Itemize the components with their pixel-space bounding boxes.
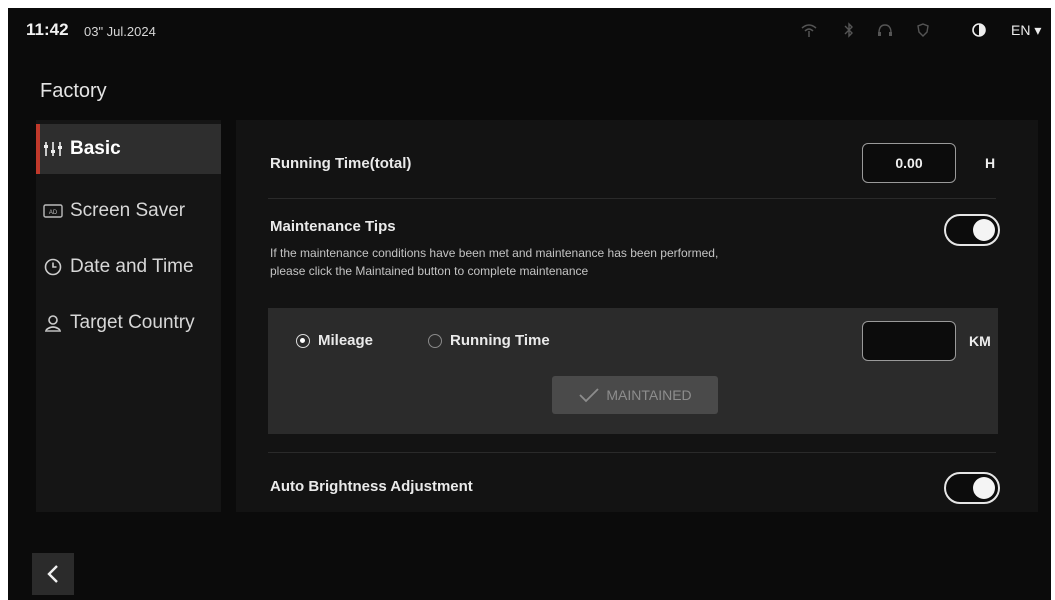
maintenance-value-input[interactable] [862, 321, 956, 361]
svg-text:AD: AD [49, 210, 58, 216]
radio-selected-icon [296, 333, 310, 348]
sidebar-item-basic[interactable]: Basic [36, 124, 221, 174]
maintenance-description-line2: please click the Maintained button to co… [270, 264, 589, 278]
radio-running-time[interactable]: Running Time [428, 332, 550, 349]
clock-time: 11:42 [26, 20, 69, 39]
check-icon [579, 388, 599, 403]
sidebar-item-label: Date and Time [70, 256, 194, 277]
maintenance-unit: KM [969, 333, 991, 349]
running-time-unit: H [985, 155, 996, 171]
maintained-button[interactable]: MAINTAINED [552, 376, 718, 414]
radio-unselected-icon [428, 333, 442, 348]
clock-icon [42, 257, 64, 277]
contrast-icon[interactable] [970, 21, 988, 39]
sidebar-item-screen-saver[interactable]: AD Screen Saver [36, 186, 221, 236]
sidebar-item-label: Basic [70, 138, 121, 159]
settings-panel: Running Time(total) 0.00 H Maintenance T… [236, 120, 1038, 512]
radio-label: Mileage [318, 332, 374, 349]
auto-brightness-label: Auto Brightness Adjustment [270, 478, 473, 495]
chevron-left-icon [47, 565, 58, 583]
page-title: Factory [40, 80, 107, 102]
toggle-knob [973, 219, 995, 241]
back-button[interactable] [32, 553, 74, 595]
sliders-icon [42, 139, 64, 159]
auto-brightness-toggle[interactable] [944, 472, 1000, 504]
divider [268, 452, 996, 453]
factory-screen: 11:42 03" Jul.2024 EN ▾ Factory Basic AD… [8, 8, 1051, 600]
sidebar-item-target-country[interactable]: Target Country [36, 298, 221, 348]
wifi-icon [800, 21, 818, 39]
maintenance-tips-toggle[interactable] [944, 214, 1000, 246]
clock-date: 03" Jul.2024 [84, 24, 156, 39]
shield-icon [914, 21, 932, 39]
toggle-knob [973, 477, 995, 499]
maintenance-subpanel: Mileage Running Time KM MAINTAINED [268, 308, 998, 434]
running-time-value: 0.00 [862, 143, 956, 183]
running-time-label: Running Time(total) [270, 155, 412, 172]
bluetooth-icon [840, 21, 858, 39]
screen-saver-icon: AD [42, 201, 64, 221]
language-selector[interactable]: EN ▾ [1011, 22, 1041, 39]
radio-mileage[interactable]: Mileage [296, 332, 373, 349]
headset-icon [876, 21, 894, 39]
sidebar: Basic AD Screen Saver Date and Time Targ… [36, 120, 221, 512]
maintained-button-label: MAINTAINED [606, 387, 692, 403]
divider [268, 198, 996, 199]
radio-label: Running Time [450, 332, 550, 349]
sidebar-item-label: Target Country [70, 312, 195, 333]
sidebar-item-label: Screen Saver [70, 200, 186, 221]
maintenance-tips-label: Maintenance Tips [270, 218, 396, 235]
status-bar: 11:42 03" Jul.2024 EN ▾ [8, 8, 1051, 58]
location-person-icon [42, 313, 64, 333]
sidebar-item-date-and-time[interactable]: Date and Time [36, 242, 221, 292]
maintenance-description-line1: If the maintenance conditions have been … [270, 246, 719, 260]
